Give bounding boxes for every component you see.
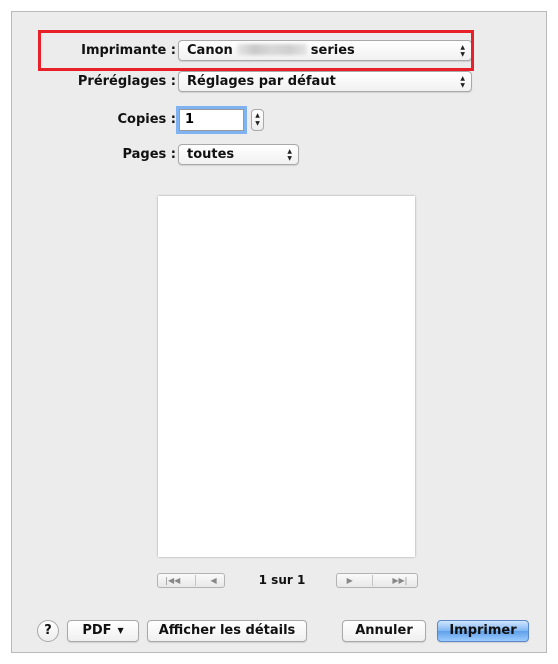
- first-page-icon[interactable]: |◀◀: [165, 576, 180, 585]
- help-button[interactable]: ?: [37, 620, 59, 642]
- preview-back-buttons[interactable]: |◀◀ ◀: [157, 573, 225, 588]
- pdf-menu-button[interactable]: PDF ▼: [67, 620, 139, 642]
- up-down-arrows-icon: ▲ ▼: [460, 74, 465, 89]
- next-page-icon[interactable]: ▶: [347, 576, 353, 585]
- pages-value: toutes: [187, 147, 235, 162]
- presets-popup[interactable]: Réglages par défaut ▲ ▼: [178, 71, 472, 92]
- last-page-icon[interactable]: ▶▶|: [392, 576, 407, 585]
- show-details-button[interactable]: Afficher les détails: [147, 620, 307, 642]
- printer-highlight-frame: [38, 30, 474, 71]
- print-dialog: Imprimante : Canon series ▲ ▼ Préréglages …: [11, 11, 547, 653]
- copies-label: Copies :: [117, 112, 176, 127]
- copies-stepper[interactable]: ▲ ▼: [251, 109, 264, 131]
- pages-label: Pages :: [122, 147, 176, 162]
- stepper-up-icon: ▲: [255, 112, 260, 119]
- divider: [194, 575, 196, 586]
- presets-value: Réglages par défaut: [187, 74, 336, 89]
- cancel-button[interactable]: Annuler: [342, 620, 426, 642]
- stepper-down-icon: ▼: [255, 120, 260, 127]
- previous-page-icon[interactable]: ◀: [211, 576, 217, 585]
- copies-field[interactable]: 1: [179, 109, 244, 131]
- pdf-label: PDF: [82, 623, 112, 638]
- presets-label: Préréglages :: [77, 74, 176, 89]
- pages-popup[interactable]: toutes ▲ ▼: [178, 144, 299, 165]
- dropdown-arrow-icon: ▼: [117, 626, 124, 635]
- print-button[interactable]: Imprimer: [437, 620, 529, 642]
- preview-forward-buttons[interactable]: ▶ ▶▶|: [336, 573, 418, 588]
- divider: [372, 575, 374, 586]
- up-down-arrows-icon: ▲ ▼: [287, 147, 292, 162]
- print-preview-page: [158, 196, 415, 557]
- page-indicator: 1 sur 1: [258, 573, 306, 587]
